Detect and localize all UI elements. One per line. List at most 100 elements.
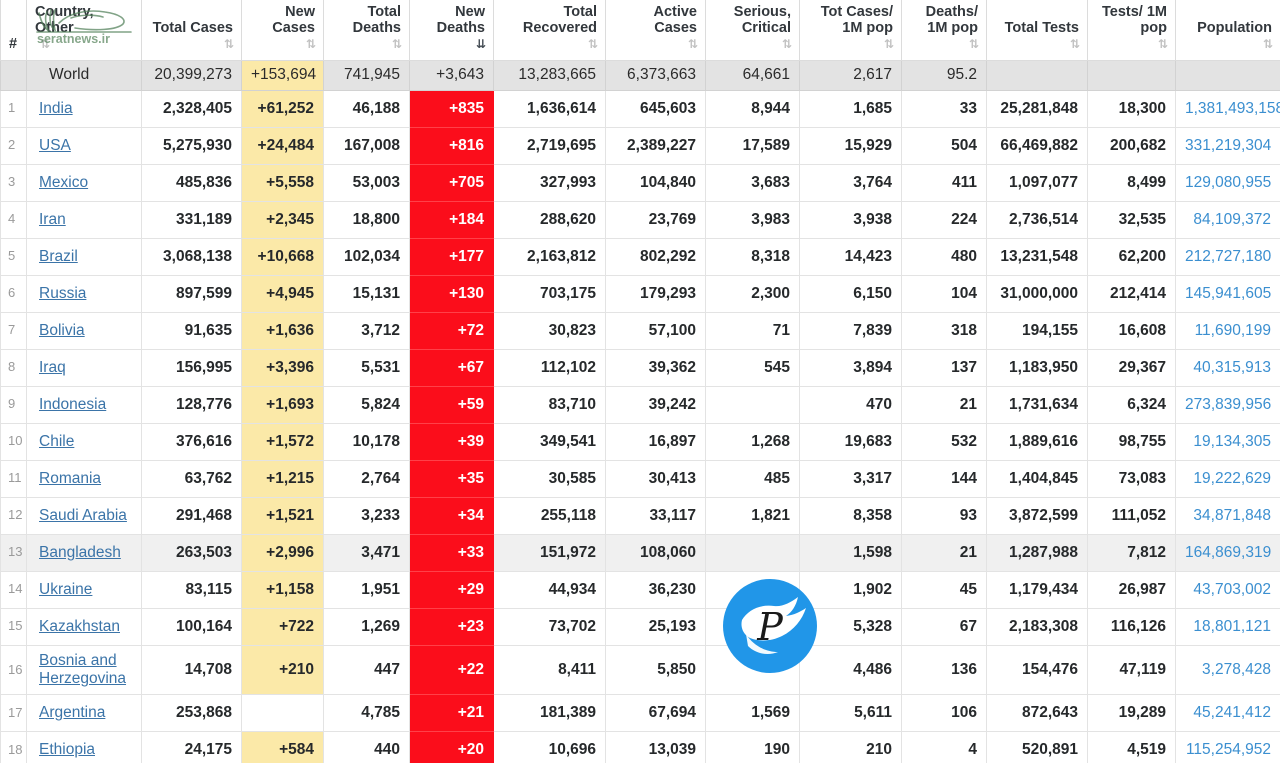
- sort-icon-total-tests[interactable]: ⇅: [1070, 38, 1080, 52]
- column-label-total-cases: Total Cases: [152, 20, 233, 37]
- sort-icon-total-deaths[interactable]: ⇅: [392, 38, 402, 52]
- cell-population: 43,703,002: [1175, 570, 1280, 609]
- column-header-total-tests[interactable]: Total Tests ⇅: [986, 0, 1088, 61]
- cell-population: 145,941,605: [1175, 274, 1280, 313]
- cell-total-deaths: 18,800: [323, 200, 410, 239]
- cell-tests-per-1m: 116,126: [1087, 607, 1176, 646]
- country-link[interactable]: Bolivia: [39, 322, 85, 340]
- sort-icon-deaths-per-1m[interactable]: ⇅: [969, 38, 979, 52]
- country-link[interactable]: India: [39, 100, 73, 118]
- sort-icon-cases-per-1m[interactable]: ⇅: [884, 38, 894, 52]
- cell-total-recovered: 288,620: [493, 200, 606, 239]
- cell-serious-critical: [705, 607, 800, 646]
- column-header-total-deaths[interactable]: Total Deaths ⇅: [323, 0, 410, 61]
- cell-population: 45,241,412: [1175, 694, 1280, 733]
- cell-cases-per-1m: 5,611: [799, 694, 902, 733]
- column-label-new-deaths: New Deaths: [436, 4, 485, 37]
- cell-serious-critical: 2,300: [705, 274, 800, 313]
- cell-serious-critical: 8,944: [705, 89, 800, 128]
- country-link[interactable]: Saudi Arabia: [39, 507, 127, 525]
- country-link[interactable]: Chile: [39, 433, 74, 451]
- column-label-total-tests: Total Tests: [1004, 20, 1079, 37]
- cell-total-deaths: 1,269: [323, 607, 410, 646]
- column-header-tests-per-1m[interactable]: Tests/ 1M pop ⇅: [1087, 0, 1176, 61]
- cell-rank: 9: [0, 385, 27, 424]
- cell-cases-per-1m: 6,150: [799, 274, 902, 313]
- column-header-rank[interactable]: #: [0, 0, 27, 61]
- sort-icon-active-cases[interactable]: ⇅: [688, 38, 698, 52]
- cell-population: 331,219,304: [1175, 126, 1280, 165]
- country-link[interactable]: Argentina: [39, 704, 105, 722]
- cell-total-deaths: 3,712: [323, 311, 410, 350]
- sort-icon-total-cases[interactable]: ⇅: [224, 38, 234, 52]
- cell-total-cases: 2,328,405: [141, 89, 242, 128]
- cell-tests-per-1m: 32,535: [1087, 200, 1176, 239]
- column-header-deaths-per-1m[interactable]: Deaths/ 1M pop ⇅: [901, 0, 987, 61]
- cell-new-deaths: +72: [409, 311, 494, 350]
- cell-country: Bangladesh: [26, 533, 142, 572]
- cell-active-cases: 57,100: [605, 311, 706, 350]
- cell-total-recovered: 13,283,665: [493, 59, 606, 91]
- cell-country: Iran: [26, 200, 142, 239]
- cell-rank: 15: [0, 607, 27, 646]
- column-label-population: Population: [1197, 20, 1272, 37]
- country-link[interactable]: Ethiopia: [39, 741, 95, 759]
- cell-population: 34,871,848: [1175, 496, 1280, 535]
- column-header-total-recovered[interactable]: Total Recovered ⇅: [493, 0, 606, 61]
- sort-icon-total-recovered[interactable]: ⇅: [588, 38, 598, 52]
- cell-country: Russia: [26, 274, 142, 313]
- country-link[interactable]: Bangladesh: [39, 544, 121, 562]
- column-header-country[interactable]: Country, Other ⇅: [26, 0, 142, 61]
- cell-total-deaths: 440: [323, 731, 410, 763]
- column-header-active-cases[interactable]: Active Cases ⇅: [605, 0, 706, 61]
- country-link[interactable]: Iraq: [39, 359, 66, 377]
- country-link[interactable]: Iran: [39, 211, 66, 229]
- column-header-new-cases[interactable]: New Cases ⇅: [241, 0, 324, 61]
- cell-population: 115,254,952: [1175, 731, 1280, 763]
- column-header-cases-per-1m[interactable]: Tot Cases/ 1M pop ⇅: [799, 0, 902, 61]
- sort-icon-serious-critical[interactable]: ⇅: [782, 38, 792, 52]
- country-link[interactable]: Ukraine: [39, 581, 92, 599]
- cell-total-recovered: 73,702: [493, 607, 606, 646]
- cell-cases-per-1m: 4,486: [799, 644, 902, 696]
- cell-total-recovered: 327,993: [493, 163, 606, 202]
- cell-tests-per-1m: 47,119: [1087, 644, 1176, 696]
- country-link[interactable]: Mexico: [39, 174, 88, 192]
- country-link[interactable]: Russia: [39, 285, 86, 303]
- cell-serious-critical: 1,268: [705, 422, 800, 461]
- cell-population: 11,690,199: [1175, 311, 1280, 350]
- sort-icon-new-cases[interactable]: ⇅: [306, 38, 316, 52]
- cell-total-cases: 91,635: [141, 311, 242, 350]
- cell-total-cases: 331,189: [141, 200, 242, 239]
- country-link[interactable]: Indonesia: [39, 396, 106, 414]
- cell-rank: 14: [0, 570, 27, 609]
- country-link[interactable]: Brazil: [39, 248, 78, 266]
- cell-deaths-per-1m: 93: [901, 496, 987, 535]
- cell-total-recovered: 2,163,812: [493, 237, 606, 276]
- cell-country: World: [26, 59, 142, 91]
- cell-new-cases: +722: [241, 607, 324, 646]
- cell-rank: 17: [0, 694, 27, 733]
- country-link[interactable]: Kazakhstan: [39, 618, 120, 636]
- cell-new-cases: +1,215: [241, 459, 324, 498]
- sort-icon-new-deaths[interactable]: ⇊: [476, 38, 486, 52]
- country-link[interactable]: USA: [39, 137, 71, 155]
- cell-active-cases: 16,897: [605, 422, 706, 461]
- sort-icon-tests-per-1m[interactable]: ⇅: [1158, 38, 1168, 52]
- cell-rank: 12: [0, 496, 27, 535]
- column-header-population[interactable]: Population ⇅: [1175, 0, 1280, 61]
- cell-total-cases: 20,399,273: [141, 59, 242, 91]
- cell-cases-per-1m: 2,617: [799, 59, 902, 91]
- column-header-new-deaths[interactable]: New Deaths ⇊: [409, 0, 494, 61]
- column-header-total-cases[interactable]: Total Cases ⇅: [141, 0, 242, 61]
- cell-total-cases: 63,762: [141, 459, 242, 498]
- country-link[interactable]: Romania: [39, 470, 101, 488]
- table-row: 16 Bosnia and Herzegovina 14,708 +210 447 +22…: [0, 644, 1280, 696]
- cell-total-tests: 1,889,616: [986, 422, 1088, 461]
- cell-total-recovered: 30,823: [493, 311, 606, 350]
- column-header-serious-critical[interactable]: Serious, Critical ⇅: [705, 0, 800, 61]
- sort-icon-population[interactable]: ⇅: [1263, 38, 1273, 52]
- sort-icon-country[interactable]: ⇅: [40, 38, 50, 52]
- country-link[interactable]: Bosnia and Herzegovina: [39, 652, 132, 689]
- cell-total-tests: 2,183,308: [986, 607, 1088, 646]
